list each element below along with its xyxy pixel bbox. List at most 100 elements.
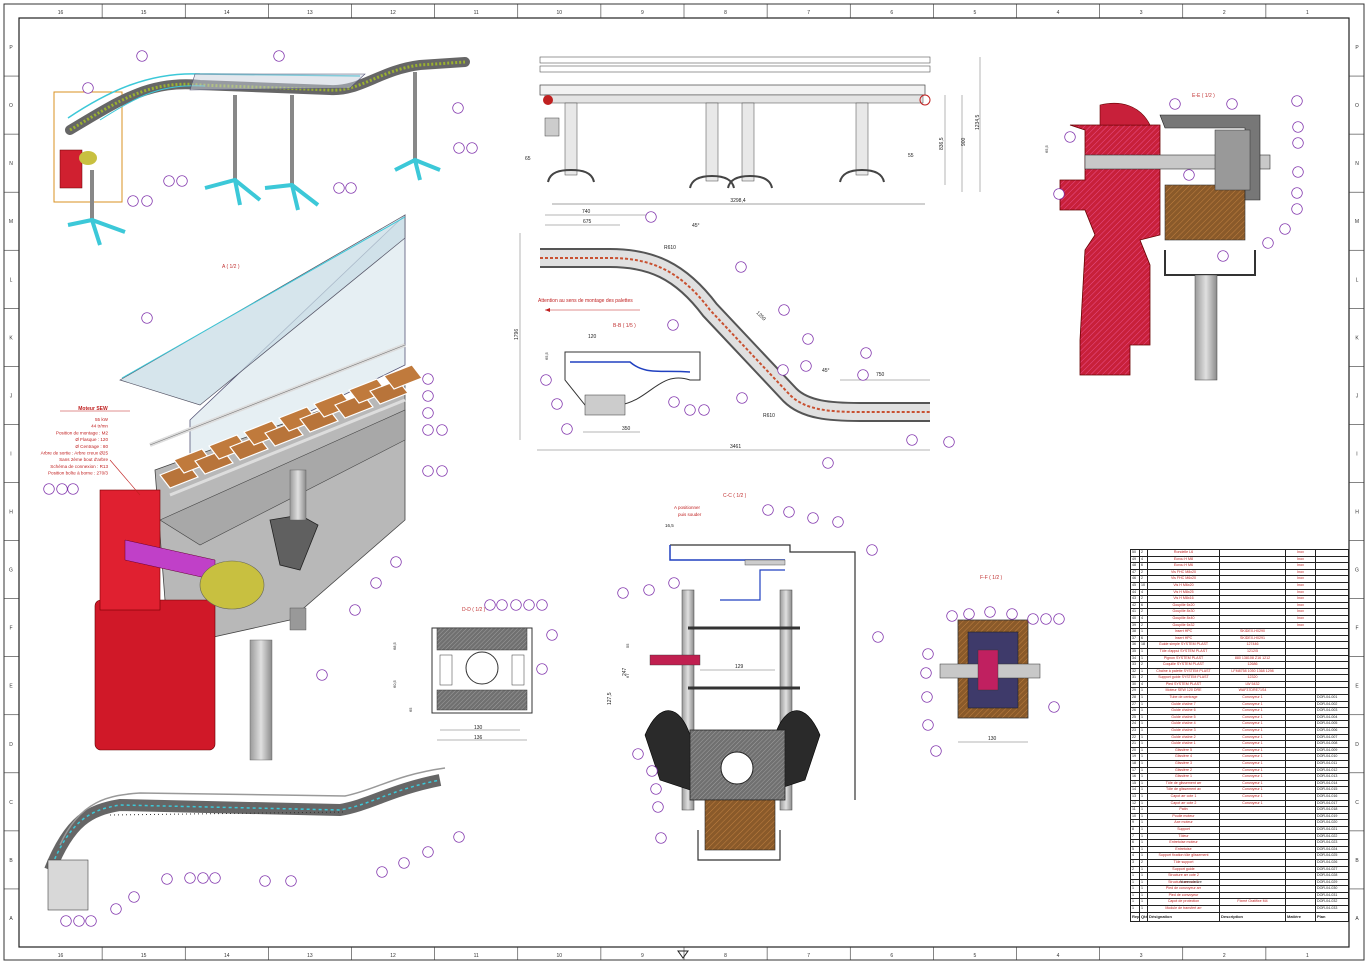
bom-row: 17 1 Glissière 2 Convoyeur 1 DOR-04-012 <box>1130 766 1349 775</box>
part-balloon-icon <box>1064 131 1076 143</box>
bom-cell <box>1315 680 1349 689</box>
dim-1796: 1796 <box>514 329 520 340</box>
bom-cell: SKIDEX-H0291 <box>1219 634 1286 643</box>
bom-cell <box>1315 667 1349 676</box>
frame-col-label: 16 <box>58 10 64 16</box>
bom-cell <box>1285 872 1316 880</box>
part-balloon-icon <box>316 669 328 681</box>
bom-cell <box>1219 555 1286 564</box>
part-balloon-icon <box>285 875 297 887</box>
bom-header-cell: Désignation <box>1147 911 1220 922</box>
bom-row: 1 1 Pied de convoyeur DOR-04-031 <box>1130 891 1349 900</box>
bom-row: 16 1 Glissière 1 Convoyeur 1 DOR-04-013 <box>1130 773 1349 781</box>
frame-col-label: 3 <box>1140 953 1143 959</box>
bill-of-materials: 50 2 Rondelle L6 Inox 49 4 Ecrou H M8 Inox 48 6 Ec… <box>1130 549 1349 922</box>
bom-cell: LFM8758 1050 1368 1298 <box>1219 667 1286 676</box>
bom-cell <box>1285 878 1316 887</box>
bom-cell: DOR-04-009 <box>1315 746 1349 755</box>
section-ff: F-F ( 1/2 ) 130 <box>939 575 1041 743</box>
bom-cell: 4 <box>1139 614 1148 623</box>
bom-cell: Support <box>1147 825 1220 834</box>
dim-750: 750 <box>876 372 885 378</box>
bom-cell: Convoyeur 1 <box>1219 694 1286 702</box>
dim-1234: 1234,5 <box>975 114 981 130</box>
bom-cell: 1 <box>1139 654 1148 663</box>
bom-cell: Convoyeur 1 <box>1219 727 1286 735</box>
bom-cell: DOR-04-013 <box>1315 773 1349 781</box>
bom-row: 13 1 Capot arr cote 1 Convoyeur 1 DOR-04-016 <box>1130 792 1349 801</box>
frame-col-label: 14 <box>224 953 230 959</box>
bom-cell: 45 <box>1130 581 1140 590</box>
frame-row-label: M <box>1355 219 1359 225</box>
part-balloon-icon <box>684 404 696 416</box>
bom-cell: DOR-04-003 <box>1315 707 1349 715</box>
part-balloon-icon <box>645 211 657 223</box>
frame-row-label: E <box>1355 684 1359 690</box>
frame-col-label: 7 <box>807 953 810 959</box>
bom-cell: 1 <box>1139 852 1148 860</box>
bom-cell: Convoyeur 1 <box>1219 707 1286 715</box>
part-balloon-icon <box>551 398 563 410</box>
bom-cell: Inox <box>1285 614 1316 623</box>
bom-cell: DOR-04-018 <box>1315 806 1349 814</box>
bom-cell <box>1285 674 1316 682</box>
frame-col-label: 1 <box>1306 10 1309 16</box>
bom-cell: Vis FHC M8x20 <box>1147 568 1220 577</box>
frame-row-label: P <box>9 45 13 51</box>
part-balloon-icon <box>822 457 834 469</box>
bom-cell: 38 <box>1130 628 1140 636</box>
bom-cell: Goupille 8x30 <box>1147 608 1220 616</box>
bom-cell: Convoyeur 1 <box>1219 799 1286 808</box>
bom-cell: 3 <box>1130 858 1140 867</box>
bom-cell: Axe moteur <box>1147 819 1220 827</box>
part-balloon-icon <box>1291 95 1303 107</box>
bom-cell: 1 <box>1139 707 1148 715</box>
bom-cell: 6 <box>1139 601 1148 610</box>
frame-row-label: E <box>9 684 13 690</box>
section-dd-title: D-D ( 1/2 ) <box>462 607 486 613</box>
bom-cell: Guide chaîne 1 <box>1147 740 1220 748</box>
bom-cell <box>1219 575 1286 583</box>
part-balloon-icon <box>866 544 878 556</box>
part-balloon-icon <box>1292 121 1304 133</box>
bom-cell: DOR-04-031 <box>1315 891 1349 900</box>
bom-cell: 33 <box>1130 661 1140 669</box>
frame-row-label: C <box>1355 800 1359 806</box>
bom-row: 43 2 Vis H M8x16 Inox <box>1130 595 1349 603</box>
bom-row: 2 1 Support guide DOR-04-027 <box>1130 865 1349 874</box>
bom-cell: 1 <box>1130 891 1140 900</box>
bom-cell: Ecrou H M8 <box>1147 555 1220 564</box>
bom-cell: 4 <box>1130 852 1140 860</box>
bom-cell: 7 <box>1130 832 1140 841</box>
bom-cell: DOR-04-017 <box>1315 799 1349 808</box>
section-bb-title: B-B ( 1/5 ) <box>613 323 636 329</box>
part-balloon-icon <box>857 369 869 381</box>
bom-cell <box>1315 674 1349 682</box>
bom-cell: Capot de protection <box>1147 898 1220 907</box>
frame-row-label: A <box>9 916 13 922</box>
bom-cell: 1 <box>1139 865 1148 874</box>
bom-cell: Inox <box>1285 601 1316 610</box>
part-balloon-icon <box>1262 237 1274 249</box>
part-balloon-icon <box>1040 613 1052 625</box>
bom-cell: Insert HPC <box>1147 634 1220 643</box>
part-balloon-icon <box>85 915 97 927</box>
part-balloon-icon <box>273 50 285 62</box>
bom-cell: 16 <box>1130 773 1140 781</box>
bom-cell: Convoyeur 1 <box>1219 740 1286 748</box>
bom-cell: Ecrou H M6 <box>1147 562 1220 570</box>
bom-cell: Inox <box>1285 562 1316 570</box>
bom-cell: 880 138108 Z16 1212 <box>1219 654 1286 663</box>
bom-row: 27 1 Guide chaîne 7 Convoyeur 1 DOR-04-002 <box>1130 700 1349 709</box>
dim-bb120: 120 <box>588 334 597 340</box>
part-balloon-icon <box>466 142 478 154</box>
part-balloon-icon <box>652 801 664 813</box>
bom-cell: 41 <box>1130 608 1140 616</box>
bom-cell: DOR-04-030 <box>1315 885 1349 893</box>
dim-836: 836,5 <box>939 137 945 150</box>
bom-cell <box>1315 608 1349 616</box>
bom-cell: Inox <box>1285 595 1316 603</box>
dim-cc67: 67 <box>625 673 630 678</box>
bom-row: 44 4 Vis H M8x25 Inox <box>1130 588 1349 597</box>
bom-cell <box>1285 647 1316 656</box>
